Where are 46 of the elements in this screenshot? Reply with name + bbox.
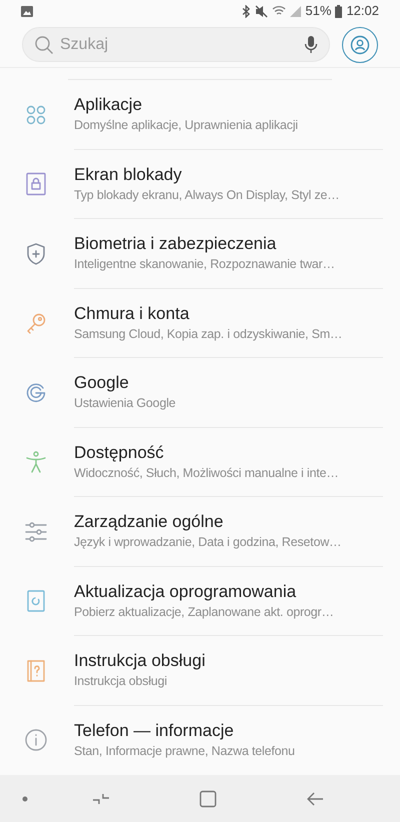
search-icon bbox=[34, 34, 54, 54]
settings-item[interactable]: Ekran blokady Typ blokady ekranu, Always On Display, Styl ze… bbox=[0, 150, 400, 219]
item-subtitle: Samsung Cloud, Kopia zap. i odzyskiwanie, Sm… bbox=[74, 326, 344, 343]
item-title: Chmura i konta bbox=[74, 302, 190, 325]
settings-item[interactable]: Zarządzanie ogólne Język i wprowadzanie, Data i godzina, Resetow… bbox=[0, 497, 400, 566]
item-title: Instrukcja obsługi bbox=[74, 650, 206, 672]
profile-button[interactable] bbox=[342, 26, 378, 62]
item-subtitle: Widoczność, Słuch, Możliwości manualne i inte… bbox=[74, 464, 340, 482]
search-field[interactable]: Szukaj bbox=[22, 27, 330, 62]
back-icon[interactable] bbox=[306, 790, 324, 806]
battery-percent: 51% bbox=[305, 2, 332, 20]
item-subtitle: Pobierz aktualizacje, Zaplanowane akt. oprogr… bbox=[74, 604, 335, 621]
signal-icon bbox=[290, 6, 302, 16]
item-subtitle: Ustawienia Google bbox=[74, 395, 177, 412]
settings-item[interactable]: Dostępność Widoczność, Słuch, Możliwości manualne i inte… bbox=[0, 428, 400, 497]
dot-icon[interactable] bbox=[22, 796, 28, 802]
item-subtitle: Stan, Informacje prawne, Nazwa telefonu bbox=[74, 743, 296, 760]
settings-item[interactable]: Biometria i zabezpieczenia Inteligentne skanowanie, Rozpoznawanie twar… bbox=[0, 219, 400, 288]
item-title: Ekran blokady bbox=[74, 164, 183, 186]
settings-item[interactable]: Instrukcja obsługi Instrukcja obsługi bbox=[0, 636, 400, 706]
item-subtitle: Typ blokady ekranu, Always On Display, Styl ze… bbox=[74, 186, 340, 204]
settings-item[interactable]: Aktualizacja oprogramowania Pobierz aktualizacje, Zaplanowane akt. oprogr… bbox=[0, 566, 400, 636]
battery-icon bbox=[335, 4, 342, 18]
settings-item[interactable]: Aplikacje Domyślne aplikacje, Uprawnienia aplikacji bbox=[0, 80, 400, 150]
image-icon bbox=[21, 6, 33, 16]
item-subtitle: Inteligentne skanowanie, Rozpoznawanie twar… bbox=[74, 256, 336, 274]
item-title: Aktualizacja oprogramowania bbox=[74, 580, 298, 603]
item-subtitle: Domyślne aplikacje, Uprawnienia aplikacji bbox=[74, 117, 299, 134]
clock: 12:02 bbox=[346, 2, 379, 20]
item-title: Telefon — informacje bbox=[74, 720, 235, 742]
item-title: Zarządzanie ogólne bbox=[74, 511, 224, 534]
wifi-icon bbox=[272, 5, 286, 17]
item-subtitle: Język i wprowadzanie, Data i godzina, Resetow… bbox=[74, 534, 342, 552]
settings-item[interactable]: Chmura i konta Samsung Cloud, Kopia zap. i odzyskiwanie, Sm… bbox=[0, 288, 400, 358]
item-title: Biometria i zabezpieczenia bbox=[74, 233, 278, 256]
bluetooth-icon bbox=[241, 4, 252, 18]
settings-item[interactable]: Google Ustawienia Google bbox=[0, 358, 400, 428]
item-subtitle: Instrukcja obsługi bbox=[74, 673, 168, 690]
item-title: Google bbox=[74, 372, 130, 394]
microphone-icon[interactable] bbox=[304, 34, 318, 54]
settings-item[interactable]: Telefon — informacje Stan, Informacje prawne, Nazwa telefonu bbox=[0, 706, 400, 775]
home-icon[interactable] bbox=[198, 790, 217, 808]
item-title: Dostępność bbox=[74, 442, 165, 464]
user-icon bbox=[350, 34, 370, 54]
mute-icon bbox=[255, 4, 268, 18]
item-title: Aplikacje bbox=[74, 94, 144, 116]
